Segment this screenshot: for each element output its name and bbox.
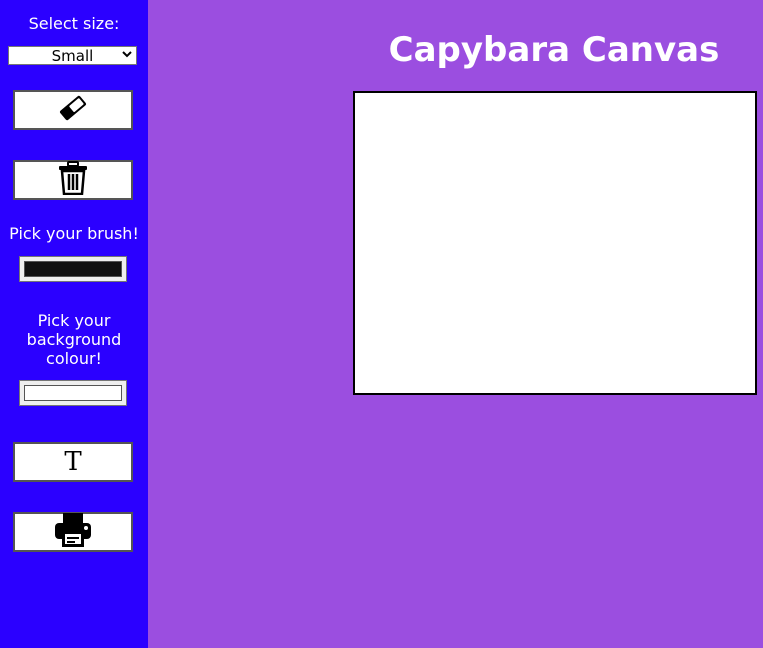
size-select[interactable]: Small: [8, 46, 137, 65]
brush-color-swatch: [24, 261, 122, 277]
background-color-swatch: [24, 385, 122, 401]
page-title: Capybara Canvas: [388, 30, 720, 70]
text-icon: T: [64, 447, 82, 477]
printer-icon: [54, 512, 92, 552]
sidebar: Select size: Small Pick your brush! Pick…: [0, 0, 148, 648]
drawing-canvas[interactable]: [353, 91, 757, 395]
clear-button[interactable]: [13, 160, 133, 200]
brush-label: Pick your brush!: [9, 224, 139, 243]
eraser-button[interactable]: [13, 90, 133, 130]
background-color-picker[interactable]: [19, 380, 127, 406]
print-button[interactable]: [13, 512, 133, 552]
chevron-down-icon: [121, 48, 133, 63]
size-select-value: Small: [51, 46, 94, 65]
background-label: Pick your background colour!: [26, 311, 122, 368]
text-tool-button[interactable]: T: [13, 442, 133, 482]
eraser-icon: [57, 94, 89, 126]
size-label: Select size:: [28, 14, 120, 33]
trash-icon: [58, 161, 88, 199]
brush-color-picker[interactable]: [19, 256, 127, 282]
